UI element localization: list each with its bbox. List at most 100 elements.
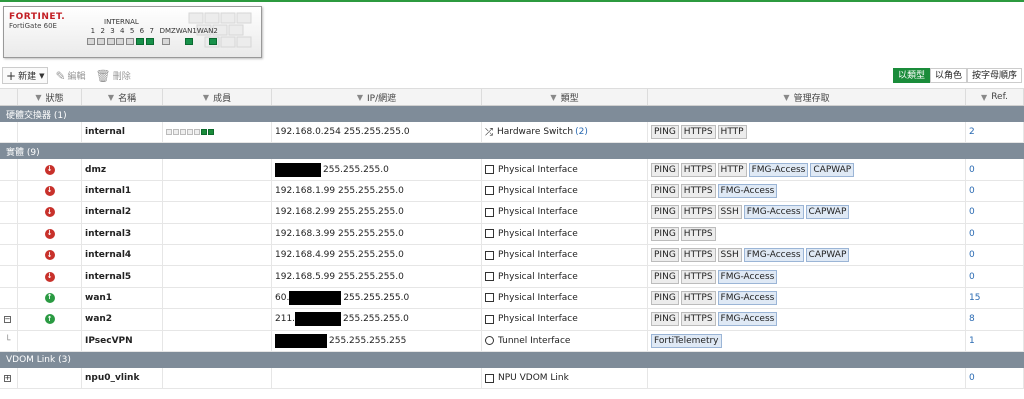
table-row[interactable]: − ↑ wan2 211. 255.255.255.0 Physical Interfac…	[0, 309, 1024, 331]
ref-count[interactable]: 1	[966, 330, 1024, 351]
interface-name[interactable]: internal3	[82, 223, 163, 244]
access-cell	[648, 367, 966, 389]
type-cell: Physical Interface	[482, 223, 648, 244]
header-ref[interactable]: ▼ Ref.	[966, 89, 1024, 105]
filter-icon[interactable]: ▼	[35, 93, 41, 102]
section-header[interactable]: 硬體交換器 (1)	[0, 106, 1024, 122]
interface-name[interactable]: internal5	[82, 266, 163, 287]
status-down-icon: ↓	[44, 228, 55, 239]
ref-count[interactable]: 8	[966, 309, 1024, 330]
port-led	[145, 38, 154, 45]
header-members[interactable]: ▼ 成員	[163, 89, 272, 105]
ip-netmask: 192.168.2.99 255.255.255.0	[275, 207, 404, 218]
delete-button[interactable]: 🗑 刪除	[93, 67, 134, 84]
header-type[interactable]: ▼ 類型	[482, 89, 648, 105]
member-port	[194, 129, 200, 136]
table-row[interactable]: ↓ internal4 192.168.4.99 255.255.255.0 Phys…	[0, 244, 1024, 267]
port-led	[126, 38, 135, 45]
filter-icon[interactable]: ▼	[203, 93, 209, 102]
netmask: 255.255.255.0	[343, 314, 409, 325]
type-label: Physical Interface	[498, 164, 578, 175]
ip-cell: 192.168.0.254 255.255.255.0	[272, 122, 482, 143]
type-label: Physical Interface	[498, 314, 578, 325]
members-cell	[163, 330, 272, 351]
access-tag: FMG-Access	[717, 290, 778, 305]
status-down-icon: ↓	[44, 185, 55, 196]
physical-interface-icon	[485, 186, 494, 196]
collapse-icon[interactable]: −	[4, 315, 11, 323]
ref-count[interactable]: 0	[966, 266, 1024, 287]
interface-name[interactable]: dmz	[82, 159, 163, 180]
header-name[interactable]: ▼ 名稱	[82, 89, 163, 105]
table-row[interactable]: ↓ internal5 192.168.5.99 255.255.255.0 Phys…	[0, 266, 1024, 288]
ref-count[interactable]: 2	[966, 122, 1024, 143]
section-header[interactable]: 實體 (9)	[0, 143, 1024, 160]
interface-name[interactable]: wan2	[82, 309, 163, 330]
interface-name[interactable]: internal2	[82, 202, 163, 223]
access-tag: CAPWAP	[805, 248, 850, 263]
section-header[interactable]: VDOM Link (3)	[0, 351, 1024, 368]
caret-down-icon: ▼	[39, 71, 45, 80]
table-row[interactable]: ↓ dmz 255.255.255.0 Physical Interface PING H…	[0, 159, 1024, 181]
expand-icon[interactable]: +	[4, 374, 11, 382]
header-ip[interactable]: ▼ IP/網遮	[272, 89, 482, 105]
type-label: Physical Interface	[498, 271, 578, 282]
access-tag: HTTPS	[680, 183, 716, 198]
access-cell: PING HTTPS	[648, 223, 966, 244]
members-cell	[163, 223, 272, 244]
port-label: 5	[129, 27, 135, 35]
ref-count[interactable]: 0	[966, 244, 1024, 266]
table-row[interactable]: internal 192.168.0.254 255.255.255.0 ⤮ Hard…	[0, 122, 1024, 144]
filter-icon[interactable]: ▼	[550, 93, 556, 102]
view-tab[interactable]: 按字母順序	[966, 68, 1022, 83]
view-tab[interactable]: 以角色	[929, 68, 967, 83]
ref-count[interactable]: 0	[966, 223, 1024, 244]
interface-name[interactable]: npu0_vlink	[82, 367, 163, 389]
view-tab[interactable]: 以類型	[892, 68, 930, 83]
port-led	[106, 38, 115, 45]
table-row[interactable]: + npu0_vlink NPU VDOM Link 0	[0, 367, 1024, 390]
filter-icon[interactable]: ▼	[357, 93, 363, 102]
filter-icon[interactable]: ▼	[108, 93, 114, 102]
status-down-icon: ↓	[44, 271, 55, 282]
ip-netmask: 192.168.3.99 255.255.255.0	[275, 228, 404, 239]
table-row[interactable]: ↓ internal3 192.168.3.99 255.255.255.0 Phys…	[0, 223, 1024, 245]
ip-prefix: 60.	[275, 292, 290, 303]
interface-name[interactable]: internal	[82, 122, 163, 143]
table-row[interactable]: ↓ internal1 192.168.1.99 255.255.255.0 Phys…	[0, 180, 1024, 203]
access-tag: HTTPS	[680, 312, 716, 327]
table-row[interactable]: ↓ internal2 192.168.2.99 255.255.255.0 Phys…	[0, 202, 1024, 224]
access-cell: PING HTTPS FMG-Access	[648, 309, 966, 330]
filter-icon[interactable]: ▼	[783, 93, 789, 102]
type-cell: Tunnel Interface	[482, 330, 648, 351]
access-tag: HTTPS	[680, 226, 716, 241]
ref-count[interactable]: 0	[966, 202, 1024, 223]
expand-cell: └	[0, 330, 18, 351]
table-row[interactable]: ↑ wan1 60. 255.255.255.0 Physical Interface P…	[0, 287, 1024, 310]
ref-count[interactable]: 15	[966, 287, 1024, 309]
type-count[interactable]: (2)	[575, 127, 588, 137]
wan-port-label: WAN2	[196, 27, 218, 35]
filter-icon[interactable]: ▼	[981, 93, 987, 102]
ref-count[interactable]: 0	[966, 180, 1024, 202]
view-mode-tabs: 以類型 以角色 按字母順序	[892, 68, 1022, 83]
wan-port-label: WAN1	[175, 27, 197, 35]
access-cell: PING HTTPS FMG-Access	[648, 287, 966, 309]
expand-cell	[0, 223, 18, 244]
interface-name[interactable]: internal4	[82, 244, 163, 266]
internal-group-label: INTERNAL	[104, 18, 139, 26]
new-button[interactable]: + 新建 ▼	[2, 67, 49, 84]
ref-count[interactable]: 0	[966, 159, 1024, 180]
members-cell	[163, 309, 272, 330]
header-access[interactable]: ▼ 管理存取	[648, 89, 966, 105]
ref-count[interactable]: 0	[966, 367, 1024, 389]
table-row[interactable]: └ IPsecVPN 255.255.255.255 Tunnel Interface…	[0, 330, 1024, 352]
edit-button[interactable]: ✎ 編輯	[52, 67, 88, 84]
port-led	[87, 38, 95, 45]
redacted-block	[275, 333, 327, 348]
npu-link-icon	[485, 373, 494, 383]
interface-name[interactable]: wan1	[82, 287, 163, 309]
interface-name[interactable]: IPsecVPN	[82, 330, 163, 351]
interface-name[interactable]: internal1	[82, 180, 163, 202]
header-status[interactable]: ▼ 狀態	[18, 89, 82, 105]
